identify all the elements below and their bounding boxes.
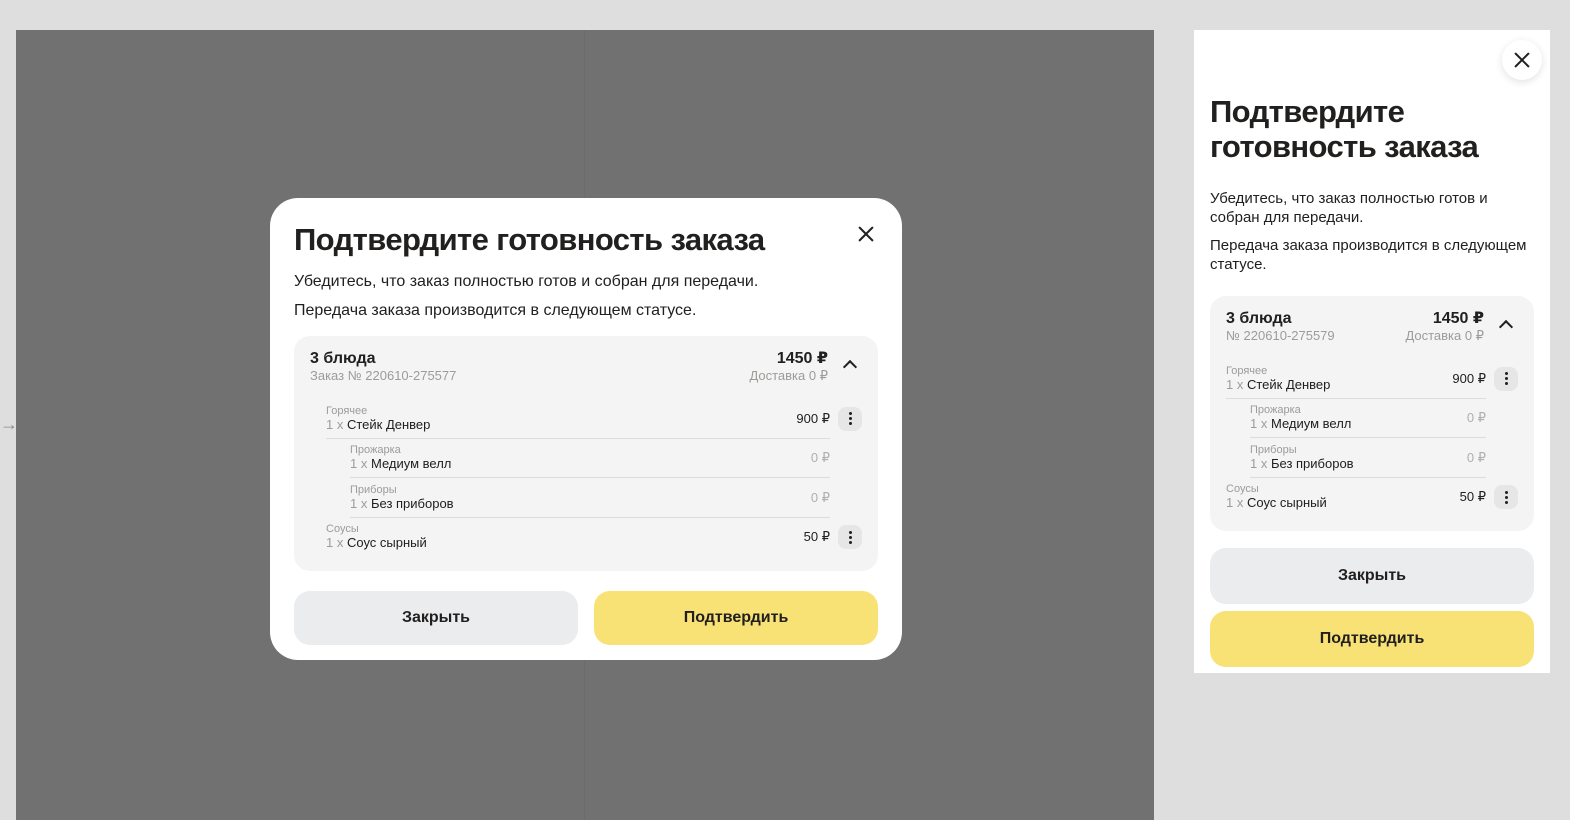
list-item: Соусы 1 x Соус сырный 50 ₽ bbox=[1226, 478, 1518, 518]
order-number: Заказ № 220610-275577 bbox=[310, 368, 457, 383]
more-vertical-icon[interactable] bbox=[838, 525, 862, 550]
more-vertical-icon[interactable] bbox=[838, 406, 862, 431]
list-item: Горячее 1 x Стейк Денвер 900 ₽ bbox=[1226, 359, 1518, 399]
close-button-round[interactable] bbox=[1502, 40, 1542, 80]
modal-description: Передача заказа производится в следующем… bbox=[1210, 237, 1527, 273]
item-qty: 1 x bbox=[1250, 455, 1268, 471]
order-summary: 3 блюда Заказ № 220610-275577 1450 ₽ Дос… bbox=[310, 350, 862, 383]
order-number: № 220610-275579 bbox=[1226, 328, 1335, 343]
order-summary: 3 блюда № 220610-275579 1450 ₽ Доставка … bbox=[1226, 310, 1518, 343]
item-qty: 1 x bbox=[1226, 495, 1244, 511]
close-icon[interactable] bbox=[854, 222, 878, 246]
list-item: Горячее 1 x Стейк Денвер 900 ₽ bbox=[326, 399, 862, 439]
item-category: Прожарка bbox=[350, 444, 401, 457]
item-name: Без приборов bbox=[1270, 455, 1354, 471]
item-category: Приборы bbox=[350, 483, 397, 496]
delivery-price: Доставка 0 ₽ bbox=[749, 368, 828, 383]
list-item: Прожарка 1 x Медиум велл 0 ₽ bbox=[1226, 399, 1518, 438]
dishes-count: 3 блюда bbox=[1226, 310, 1292, 327]
item-price: 0 ₽ bbox=[1466, 410, 1486, 426]
modal-title: Подтвердите готовность заказа bbox=[294, 222, 765, 257]
confirm-button[interactable]: Подтвердить bbox=[1210, 611, 1534, 667]
order-items: Горячее 1 x Стейк Денвер 900 ₽ Прожарка 1 … bbox=[310, 399, 862, 557]
order-total: 1450 ₽ bbox=[776, 350, 828, 367]
item-name: Без приборов bbox=[370, 495, 454, 511]
item-qty: 1 x bbox=[326, 535, 344, 551]
confirm-readiness-modal: Подтвердите готовность заказа Убедитесь,… bbox=[270, 198, 902, 660]
item-price: 0 ₽ bbox=[810, 450, 830, 466]
item-qty: 1 x bbox=[1226, 376, 1244, 392]
item-price: 0 ₽ bbox=[810, 489, 830, 505]
chevron-up-icon[interactable] bbox=[1494, 314, 1518, 338]
item-qty: 1 x bbox=[350, 456, 368, 472]
item-name: Стейк Денвер bbox=[1246, 376, 1331, 392]
item-category: Прожарка bbox=[1250, 404, 1301, 417]
item-category: Горячее bbox=[1226, 364, 1268, 377]
item-qty: 1 x bbox=[1250, 416, 1268, 432]
dishes-count: 3 блюда bbox=[310, 350, 376, 367]
order-card: 3 блюда Заказ № 220610-275577 1450 ₽ Дос… bbox=[294, 336, 878, 571]
modal-actions: Закрыть Подтвердить bbox=[1210, 548, 1534, 667]
chevron-up-icon[interactable] bbox=[838, 354, 862, 378]
order-total: 1450 ₽ bbox=[1432, 310, 1484, 327]
item-name: Медиум велл bbox=[370, 456, 452, 472]
item-name: Соус сырный bbox=[346, 535, 427, 551]
item-category: Приборы bbox=[1250, 443, 1297, 456]
item-category: Соусы bbox=[326, 523, 359, 536]
close-icon[interactable] bbox=[1510, 48, 1534, 72]
list-item: Приборы 1 x Без приборов 0 ₽ bbox=[326, 478, 862, 518]
delivery-price: Доставка 0 ₽ bbox=[1405, 328, 1484, 343]
modal-description: Передача заказа производится в следующем… bbox=[294, 302, 697, 319]
item-name: Соус сырный bbox=[1246, 495, 1327, 511]
item-price: 50 ₽ bbox=[1459, 489, 1486, 505]
list-item: Соусы 1 x Соус сырный 50 ₽ bbox=[326, 518, 862, 558]
item-name: Медиум велл bbox=[1270, 416, 1352, 432]
modal-description: Убедитесь, что заказ полностью готов и с… bbox=[294, 273, 759, 290]
order-card: 3 блюда № 220610-275579 1450 ₽ Доставка … bbox=[1210, 296, 1534, 531]
item-price: 50 ₽ bbox=[803, 529, 830, 545]
item-qty: 1 x bbox=[326, 416, 344, 432]
confirm-button[interactable]: Подтвердить bbox=[594, 591, 878, 645]
list-item: Приборы 1 x Без приборов 0 ₽ bbox=[1226, 438, 1518, 478]
list-item: Прожарка 1 x Медиум велл 0 ₽ bbox=[326, 439, 862, 478]
modal-description: Убедитесь, что заказ полностью готов и с… bbox=[1210, 190, 1488, 226]
item-category: Горячее bbox=[326, 404, 368, 417]
modal-title: Подтвердите готовность заказа bbox=[1210, 94, 1479, 164]
more-vertical-icon[interactable] bbox=[1494, 485, 1518, 510]
desktop-frame: Подтвердите готовность заказа Убедитесь,… bbox=[16, 30, 1154, 820]
item-qty: 1 x bbox=[350, 495, 368, 511]
item-price: 900 ₽ bbox=[1452, 370, 1486, 386]
modal-actions: Закрыть Подтвердить bbox=[294, 591, 878, 645]
order-items: Горячее 1 x Стейк Денвер 900 ₽ Прожарка 1 … bbox=[1226, 359, 1518, 517]
close-button[interactable]: Закрыть bbox=[1210, 548, 1534, 604]
item-price: 0 ₽ bbox=[1466, 449, 1486, 465]
more-vertical-icon[interactable] bbox=[1494, 366, 1518, 391]
mobile-frame: Подтвердите готовность заказа Убедитесь,… bbox=[1194, 30, 1550, 673]
item-category: Соусы bbox=[1226, 483, 1259, 496]
item-price: 900 ₽ bbox=[796, 410, 830, 426]
close-button[interactable]: Закрыть bbox=[294, 591, 578, 645]
item-name: Стейк Денвер bbox=[346, 416, 431, 432]
